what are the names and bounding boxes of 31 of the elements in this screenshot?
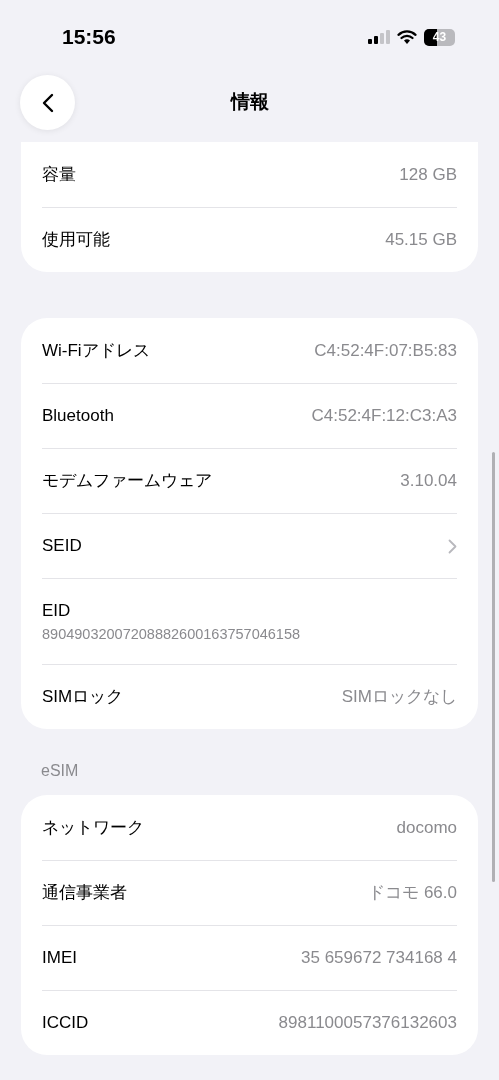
wifi-icon	[397, 29, 417, 45]
row-label: 通信事業者	[42, 882, 127, 905]
row-label: SIMロック	[42, 686, 124, 709]
row-label: IMEI	[42, 947, 77, 970]
row-value: C4:52:4F:12:C3:A3	[311, 405, 457, 428]
row-value: 8981100057376132603	[278, 1012, 457, 1035]
row-label: ネットワーク	[42, 816, 144, 839]
row-label: Wi-Fiアドレス	[42, 339, 150, 362]
back-icon	[41, 92, 54, 113]
row-value: 89049032007208882600163757046158	[42, 624, 302, 644]
back-button[interactable]	[20, 75, 75, 130]
row-value: 3.10.04	[400, 470, 457, 493]
section-header: eSIM	[41, 761, 79, 781]
row-value: SIMロックなし	[341, 686, 457, 709]
page-title: 情報	[230, 89, 269, 114]
row-label: モデムファームウェア	[42, 470, 212, 493]
row-value: C4:52:4F:07:B5:83	[314, 339, 457, 362]
row-label: ICCID	[42, 1012, 89, 1035]
row-label: Bluetooth	[42, 405, 114, 428]
row-value: 35 659672 734168 4	[301, 947, 457, 970]
row-value: 45.15 GB	[385, 229, 457, 252]
status-time: 15:56	[62, 24, 116, 51]
row-value: ドコモ 66.0	[368, 882, 457, 905]
list-row[interactable]: SEID	[42, 513, 457, 578]
row-label: 容量	[42, 163, 76, 186]
row-value: 128 GB	[399, 163, 457, 186]
signal-icon	[368, 30, 390, 44]
row-label: EID	[42, 599, 72, 622]
row-label: 使用可能	[42, 229, 110, 252]
row-value: docomo	[396, 816, 457, 839]
chevron-icon	[448, 538, 457, 554]
